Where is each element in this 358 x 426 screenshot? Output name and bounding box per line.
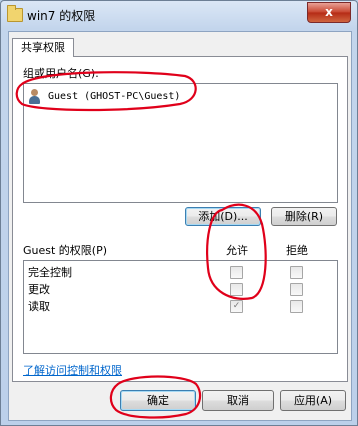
tab-share-permissions[interactable]: 共享权限 <box>12 38 74 57</box>
allow-checkbox[interactable] <box>230 283 243 296</box>
help-link[interactable]: 了解访问控制和权限 <box>23 362 122 378</box>
table-row: 完全控制 <box>24 264 337 281</box>
allow-header: 允许 <box>226 244 248 257</box>
folder-icon <box>7 5 23 22</box>
permissions-table: 完全控制 更改 读取 ✓ <box>23 260 338 354</box>
title-bar[interactable]: win7 的权限 x <box>1 1 357 31</box>
add-button[interactable]: 添加(D)... <box>185 207 261 226</box>
user-name: Guest (GHOST-PC\Guest) <box>48 91 181 102</box>
permission-name: 读取 <box>28 300 50 313</box>
table-row: 读取 ✓ <box>24 298 337 315</box>
allow-checkbox[interactable] <box>230 266 243 279</box>
remove-button[interactable]: 删除(R) <box>271 207 337 226</box>
close-button[interactable]: x <box>307 2 351 23</box>
permissions-label: Guest 的权限(P) <box>23 244 108 257</box>
deny-checkbox[interactable] <box>290 300 303 313</box>
deny-checkbox[interactable] <box>290 266 303 279</box>
dialog-body: 共享权限 组或用户名(G): Guest (GHOST-PC\Guest) 添加… <box>8 31 352 421</box>
permissions-dialog: win7 的权限 x 共享权限 组或用户名(G): Guest (GHOST-P… <box>0 0 358 426</box>
ok-button[interactable]: 确定 <box>120 390 196 411</box>
user-icon <box>28 89 42 105</box>
apply-button[interactable]: 应用(A) <box>280 390 346 411</box>
window-title: win7 的权限 <box>27 9 96 23</box>
group-label: 组或用户名(G): <box>23 67 99 80</box>
user-list[interactable]: Guest (GHOST-PC\Guest) <box>23 83 338 203</box>
deny-header: 拒绝 <box>286 244 308 257</box>
permission-name: 更改 <box>28 283 50 296</box>
cancel-button[interactable]: 取消 <box>202 390 274 411</box>
deny-checkbox[interactable] <box>290 283 303 296</box>
allow-checkbox[interactable]: ✓ <box>230 300 243 313</box>
table-row: 更改 <box>24 281 337 298</box>
permission-name: 完全控制 <box>28 266 72 279</box>
tab-panel: 组或用户名(G): Guest (GHOST-PC\Guest) 添加(D)..… <box>12 56 348 382</box>
